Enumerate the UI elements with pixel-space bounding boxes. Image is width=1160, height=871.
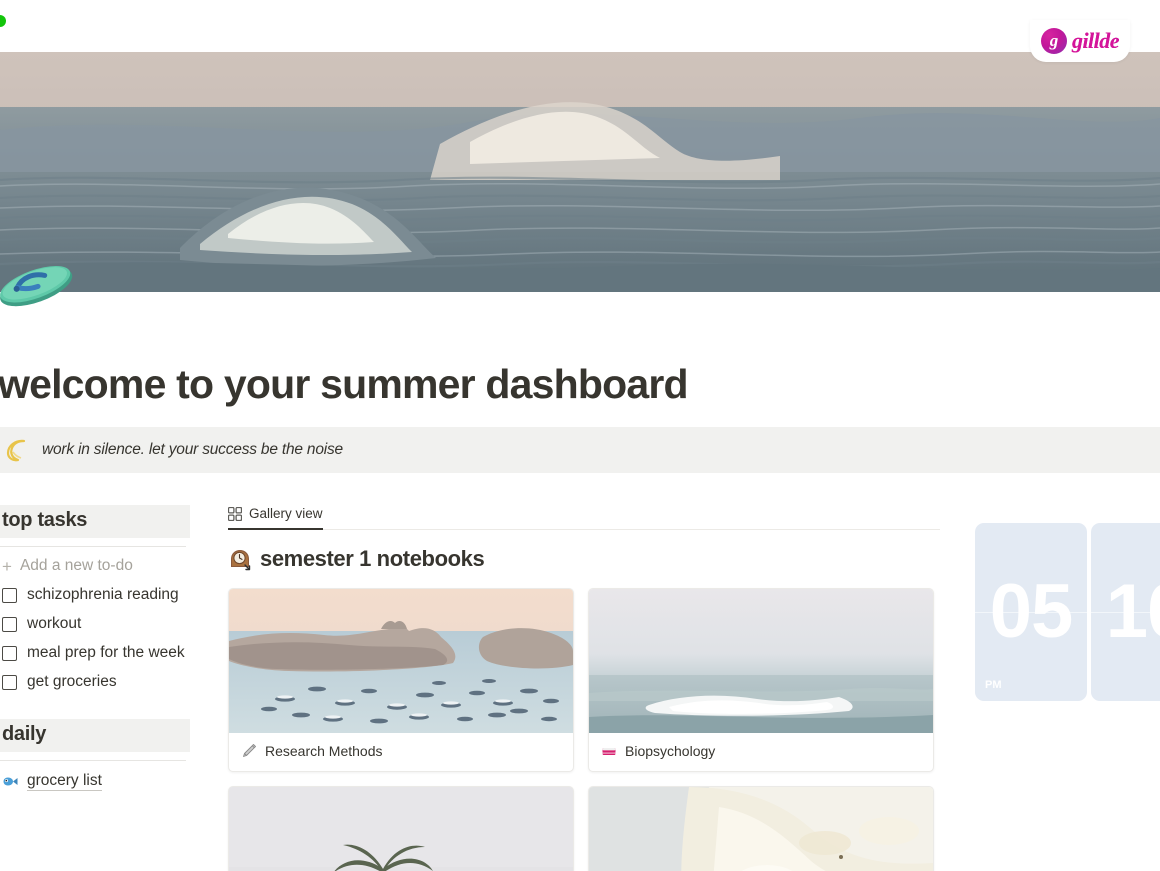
dashboard-page: g gillde welcome to your summer dashboar… [0,0,1160,871]
page-icon-flip-flop-icon [0,250,82,322]
plus-icon: + [2,556,12,576]
gallery-card[interactable]: Research Methods [228,588,574,772]
page-title: welcome to your summer dashboard [0,361,689,407]
card-label-text: Biopsychology [625,743,716,759]
top-bar [0,0,1160,52]
todo-checkbox[interactable] [2,616,17,632]
add-todo-button[interactable]: + Add a new to-do [0,553,190,581]
status-indicator-dot [0,15,6,27]
clock-meridiem: PM [985,679,1002,691]
card-image-rocky-bay [229,589,573,733]
clock-minute-value: 10 [1105,569,1160,654]
card-label-text: Research Methods [265,743,383,759]
todo-label: meal prep for the week [27,643,185,661]
grid-icon [228,506,242,521]
tab-gallery-view[interactable]: Gallery view [228,506,323,530]
sidebar-column: top tasks + Add a new to-do schizophreni… [0,505,190,795]
todo-item[interactable]: workout [0,610,190,639]
database-title-label: semester 1 notebooks [260,546,485,571]
todo-label: get groceries [27,672,117,690]
quote-callout: work in silence. let your success be the… [0,427,1160,473]
daily-heading: daily [0,718,190,752]
tab-label: Gallery view [249,506,323,521]
todo-checkbox[interactable] [2,645,17,661]
logo-wordmark: gillde [1071,28,1120,53]
card-grid: Research Methods Biopsychology [228,588,940,871]
database-title[interactable]: semester 1 notebooks [228,546,940,572]
daily-item-label: grocery list [27,771,102,791]
divider [0,546,186,547]
clock-hour-value: 05 [989,569,1074,654]
divider [0,759,186,761]
pencil-icon [241,743,257,759]
top-tasks-heading: top tasks [0,505,190,538]
notebook-icon [601,743,617,759]
gallery-column: Gallery view semester 1 notebooks Resear… [228,498,940,871]
gallery-card[interactable]: Biopsychology [588,588,934,772]
card-image-pale-ocean [589,589,933,733]
todo-checkbox[interactable] [2,674,17,690]
crescent-moon-icon [4,437,30,463]
todo-item[interactable]: meal prep for the week [0,639,190,668]
clock-minute-card: 10 [1091,523,1160,701]
gallery-card[interactable] [588,786,934,871]
todo-label: schizophrenia reading [27,586,179,603]
todo-item[interactable]: get groceries [0,668,190,697]
card-image-cream-closeup [589,787,933,871]
todo-checkbox[interactable] [2,588,17,603]
daily-item-grocery-list[interactable]: grocery list [0,767,190,795]
cover-image [0,52,1160,292]
add-todo-label: Add a new to-do [19,557,133,574]
flip-clock-widget: 05 PM 10 [975,523,1160,701]
fish-icon [2,773,19,790]
clock-hour-card: 05 PM [975,523,1087,701]
card-label: Research Methods [229,733,573,771]
mantelpiece-clock-icon [228,547,252,571]
logo-mark-icon: g [1040,28,1067,54]
todo-label: workout [27,614,82,632]
brand-logo[interactable]: g gillde [1030,20,1130,62]
card-label: Biopsychology [589,733,933,771]
card-image-palm-trees [229,787,573,871]
view-tab-bar: Gallery view [228,498,940,530]
gallery-card[interactable] [228,786,574,871]
quote-text: work in silence. let your success be the… [42,441,343,458]
todo-item[interactable]: schizophrenia reading [0,581,190,610]
